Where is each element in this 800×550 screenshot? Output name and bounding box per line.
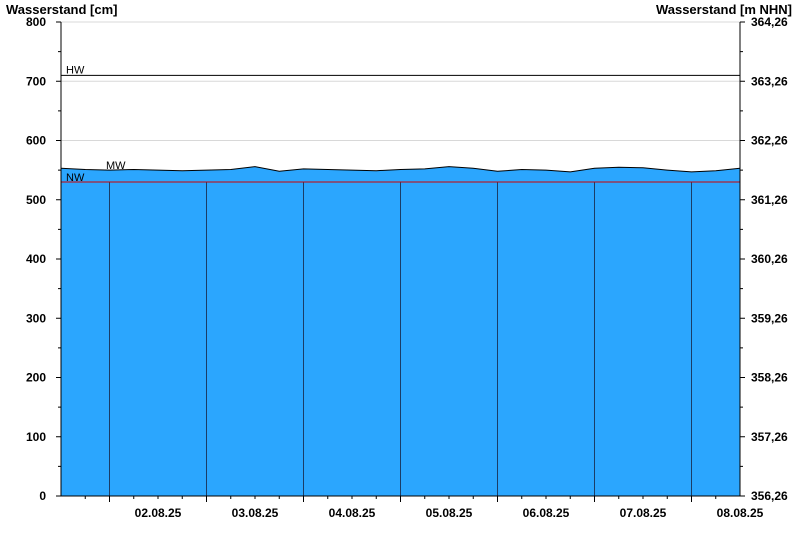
x-tick-label: 08.08.25 [717,506,764,520]
right-tick-label: 359,26 [751,311,788,325]
right-tick-label: 356,26 [751,489,788,503]
reference-label-mw: MW [106,160,126,172]
x-tick-label: 07.08.25 [620,506,667,520]
right-tick-label: 357,26 [751,430,788,444]
left-tick-label: 800 [26,15,46,29]
water-level-chart: HW MW NW 0 100 200 300 400 500 600 700 800 356,26 35… [6,2,792,520]
x-tick-label: 04.08.25 [329,506,376,520]
left-tick-label: 700 [26,74,46,88]
right-tick-label: 360,26 [751,252,788,266]
x-tick-label: 02.08.25 [135,506,182,520]
right-tick-label: 362,26 [751,134,788,148]
left-tick-label: 500 [26,193,46,207]
x-tick-label: 06.08.25 [523,506,570,520]
left-tick-label: 100 [26,430,46,444]
reference-label-nw: NW [66,172,85,184]
x-tick-label: 05.08.25 [426,506,473,520]
left-tick-label: 600 [26,134,46,148]
right-tick-label: 361,26 [751,193,788,207]
reference-label-hw: HW [66,64,85,76]
reference-lines: HW MW NW [61,64,740,184]
right-tick-label: 358,26 [751,371,788,385]
left-tick-label: 200 [26,371,46,385]
x-tick-label: 03.08.25 [232,506,279,520]
left-axis-title: Wasserstand [cm] [6,2,118,17]
left-tick-label: 300 [26,311,46,325]
left-tick-label: 400 [26,252,46,266]
right-tick-label: 363,26 [751,74,788,88]
right-tick-label: 364,26 [751,15,788,29]
right-axis-title: Wasserstand [m NHN] [656,2,792,17]
left-tick-label: 0 [39,489,46,503]
